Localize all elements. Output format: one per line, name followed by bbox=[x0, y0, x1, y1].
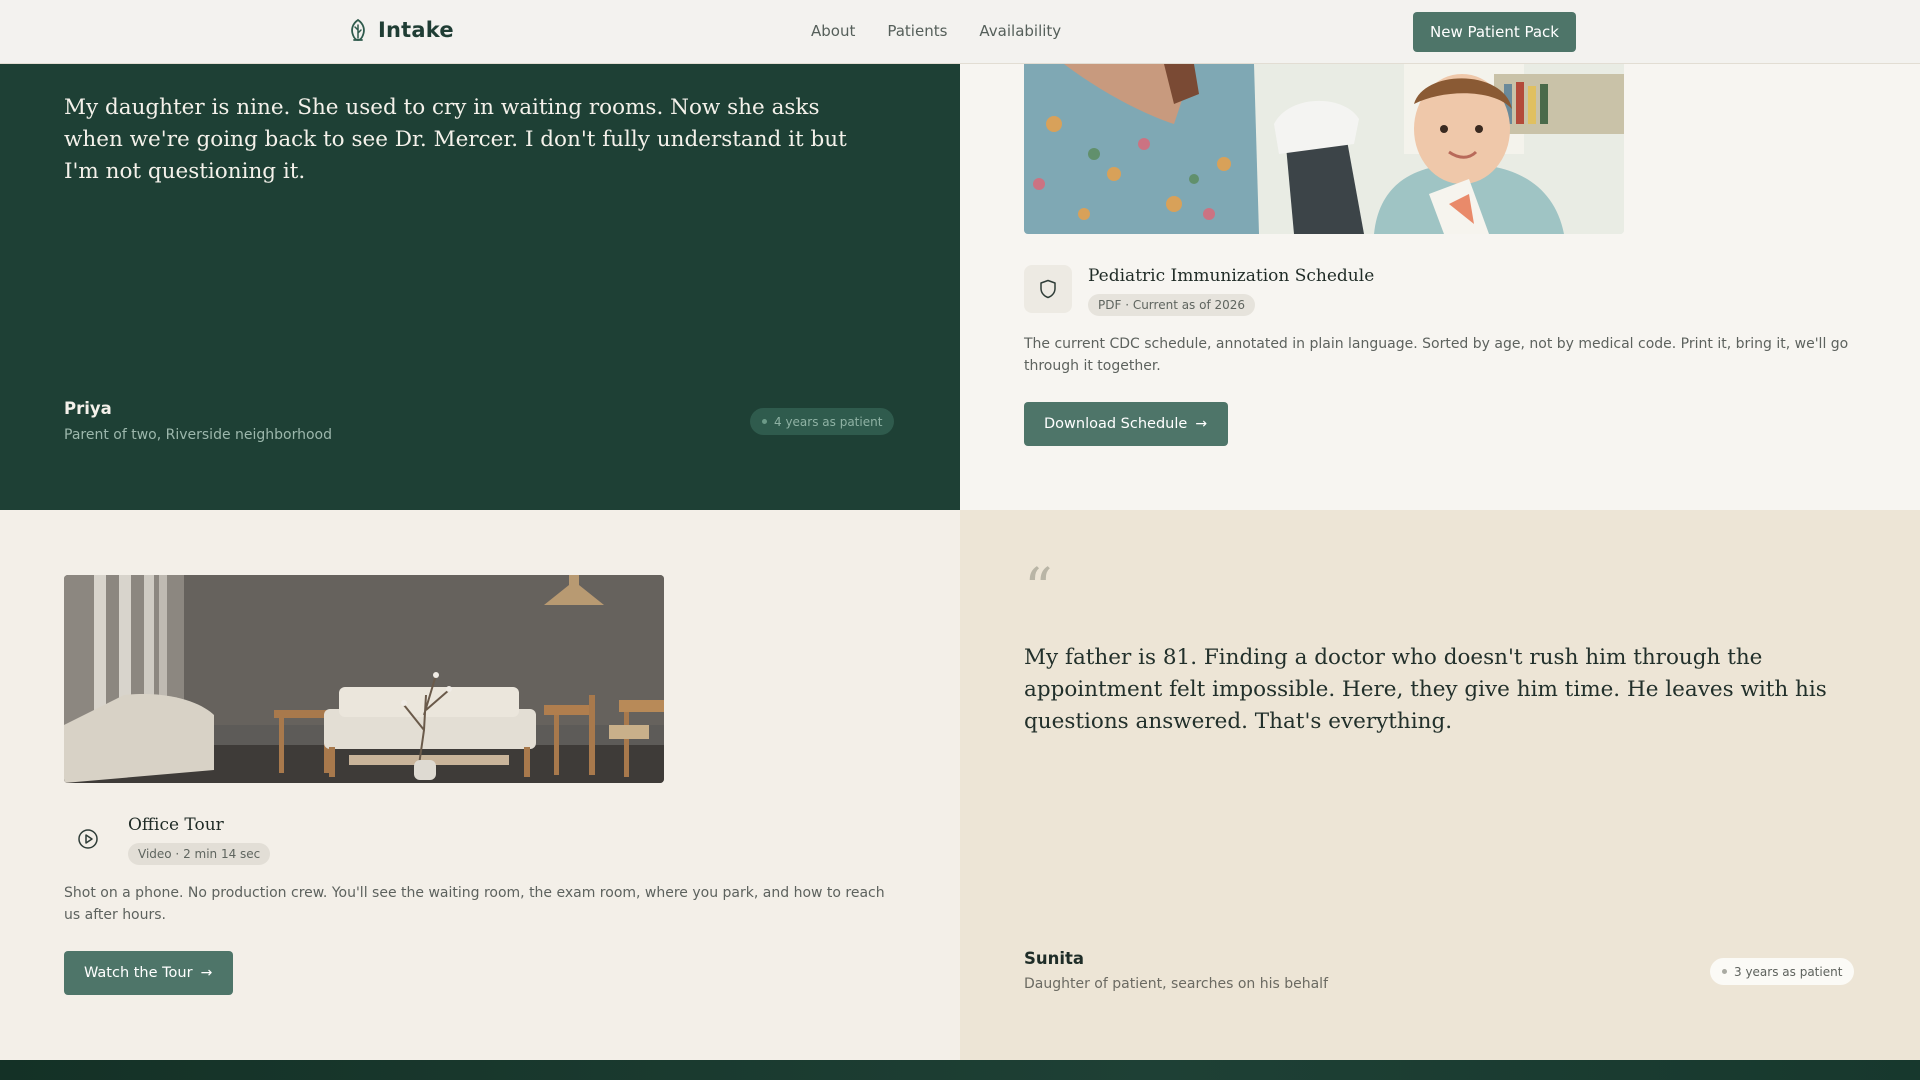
tenure-badge: 3 years as patient bbox=[1710, 958, 1855, 985]
shield-icon-tile bbox=[1024, 265, 1072, 313]
resource-meta-badge: PDF · Current as of 2026 bbox=[1088, 294, 1256, 316]
nav-availability[interactable]: Availability bbox=[979, 22, 1061, 40]
nav-about[interactable]: About bbox=[811, 22, 855, 40]
download-schedule-button[interactable]: Download Schedule → bbox=[1024, 402, 1228, 446]
watch-tour-label: Watch the Tour bbox=[84, 965, 193, 981]
resource-immunization: Pediatric Immunization Schedule PDF · Cu… bbox=[960, 64, 1920, 510]
waiting-room-photo bbox=[64, 575, 664, 783]
logo[interactable]: Intake bbox=[348, 18, 454, 42]
resource-title: Office Tour bbox=[128, 815, 224, 835]
quote-mark-icon: “ bbox=[1024, 557, 1053, 622]
arrow-right-icon: → bbox=[1195, 416, 1208, 432]
resource-description: The current CDC schedule, annotated in p… bbox=[1024, 336, 1849, 374]
nav-patients[interactable]: Patients bbox=[887, 22, 947, 40]
play-icon-tile bbox=[64, 815, 112, 863]
tenure-dot bbox=[762, 419, 767, 424]
tenure-label: 3 years as patient bbox=[1734, 964, 1843, 979]
tenure-badge: 4 years as patient bbox=[750, 408, 895, 435]
testimonial-author: Sunita bbox=[1024, 949, 1085, 968]
watch-tour-button[interactable]: Watch the Tour → bbox=[64, 951, 233, 995]
resource-title: Pediatric Immunization Schedule bbox=[1088, 266, 1375, 286]
waiting-room-image bbox=[64, 575, 664, 783]
resource-meta-badge: Video · 2 min 14 sec bbox=[128, 843, 271, 865]
logo-text: Intake bbox=[378, 18, 454, 42]
footer-edge bbox=[0, 1060, 1920, 1080]
main-nav: About Patients Availability bbox=[811, 22, 1061, 40]
testimonial-author: Priya bbox=[64, 399, 112, 418]
testimonial-author-role: Parent of two, Riverside neighborhood bbox=[64, 427, 333, 443]
pediatric-photo bbox=[1024, 64, 1624, 234]
testimonial-priya: My daughter is nine. She used to cry in … bbox=[0, 64, 960, 510]
testimonial-quote: My father is 81. Finding a doctor who do… bbox=[1024, 645, 1827, 734]
new-patient-pack-button[interactable]: New Patient Pack bbox=[1413, 12, 1576, 52]
play-icon bbox=[78, 829, 98, 849]
pediatric-photo-image bbox=[1024, 64, 1624, 234]
testimonial-author-role: Daughter of patient, searches on his beh… bbox=[1024, 976, 1328, 992]
resource-description: Shot on a phone. No production crew. You… bbox=[64, 885, 885, 923]
arrow-right-icon: → bbox=[200, 965, 213, 981]
testimonial-quote: My daughter is nine. She used to cry in … bbox=[64, 95, 847, 184]
tenure-dot bbox=[1722, 969, 1727, 974]
download-schedule-label: Download Schedule bbox=[1044, 416, 1188, 432]
shield-icon bbox=[1040, 279, 1056, 299]
testimonial-sunita: “ My father is 81. Finding a doctor who … bbox=[960, 510, 1920, 1060]
leaf-logo-icon bbox=[351, 18, 365, 41]
tenure-label: 4 years as patient bbox=[774, 414, 883, 429]
resource-office-tour: Office Tour Video · 2 min 14 sec Shot on… bbox=[0, 510, 960, 1060]
site-header: Intake About Patients Availability New P… bbox=[0, 0, 1920, 64]
